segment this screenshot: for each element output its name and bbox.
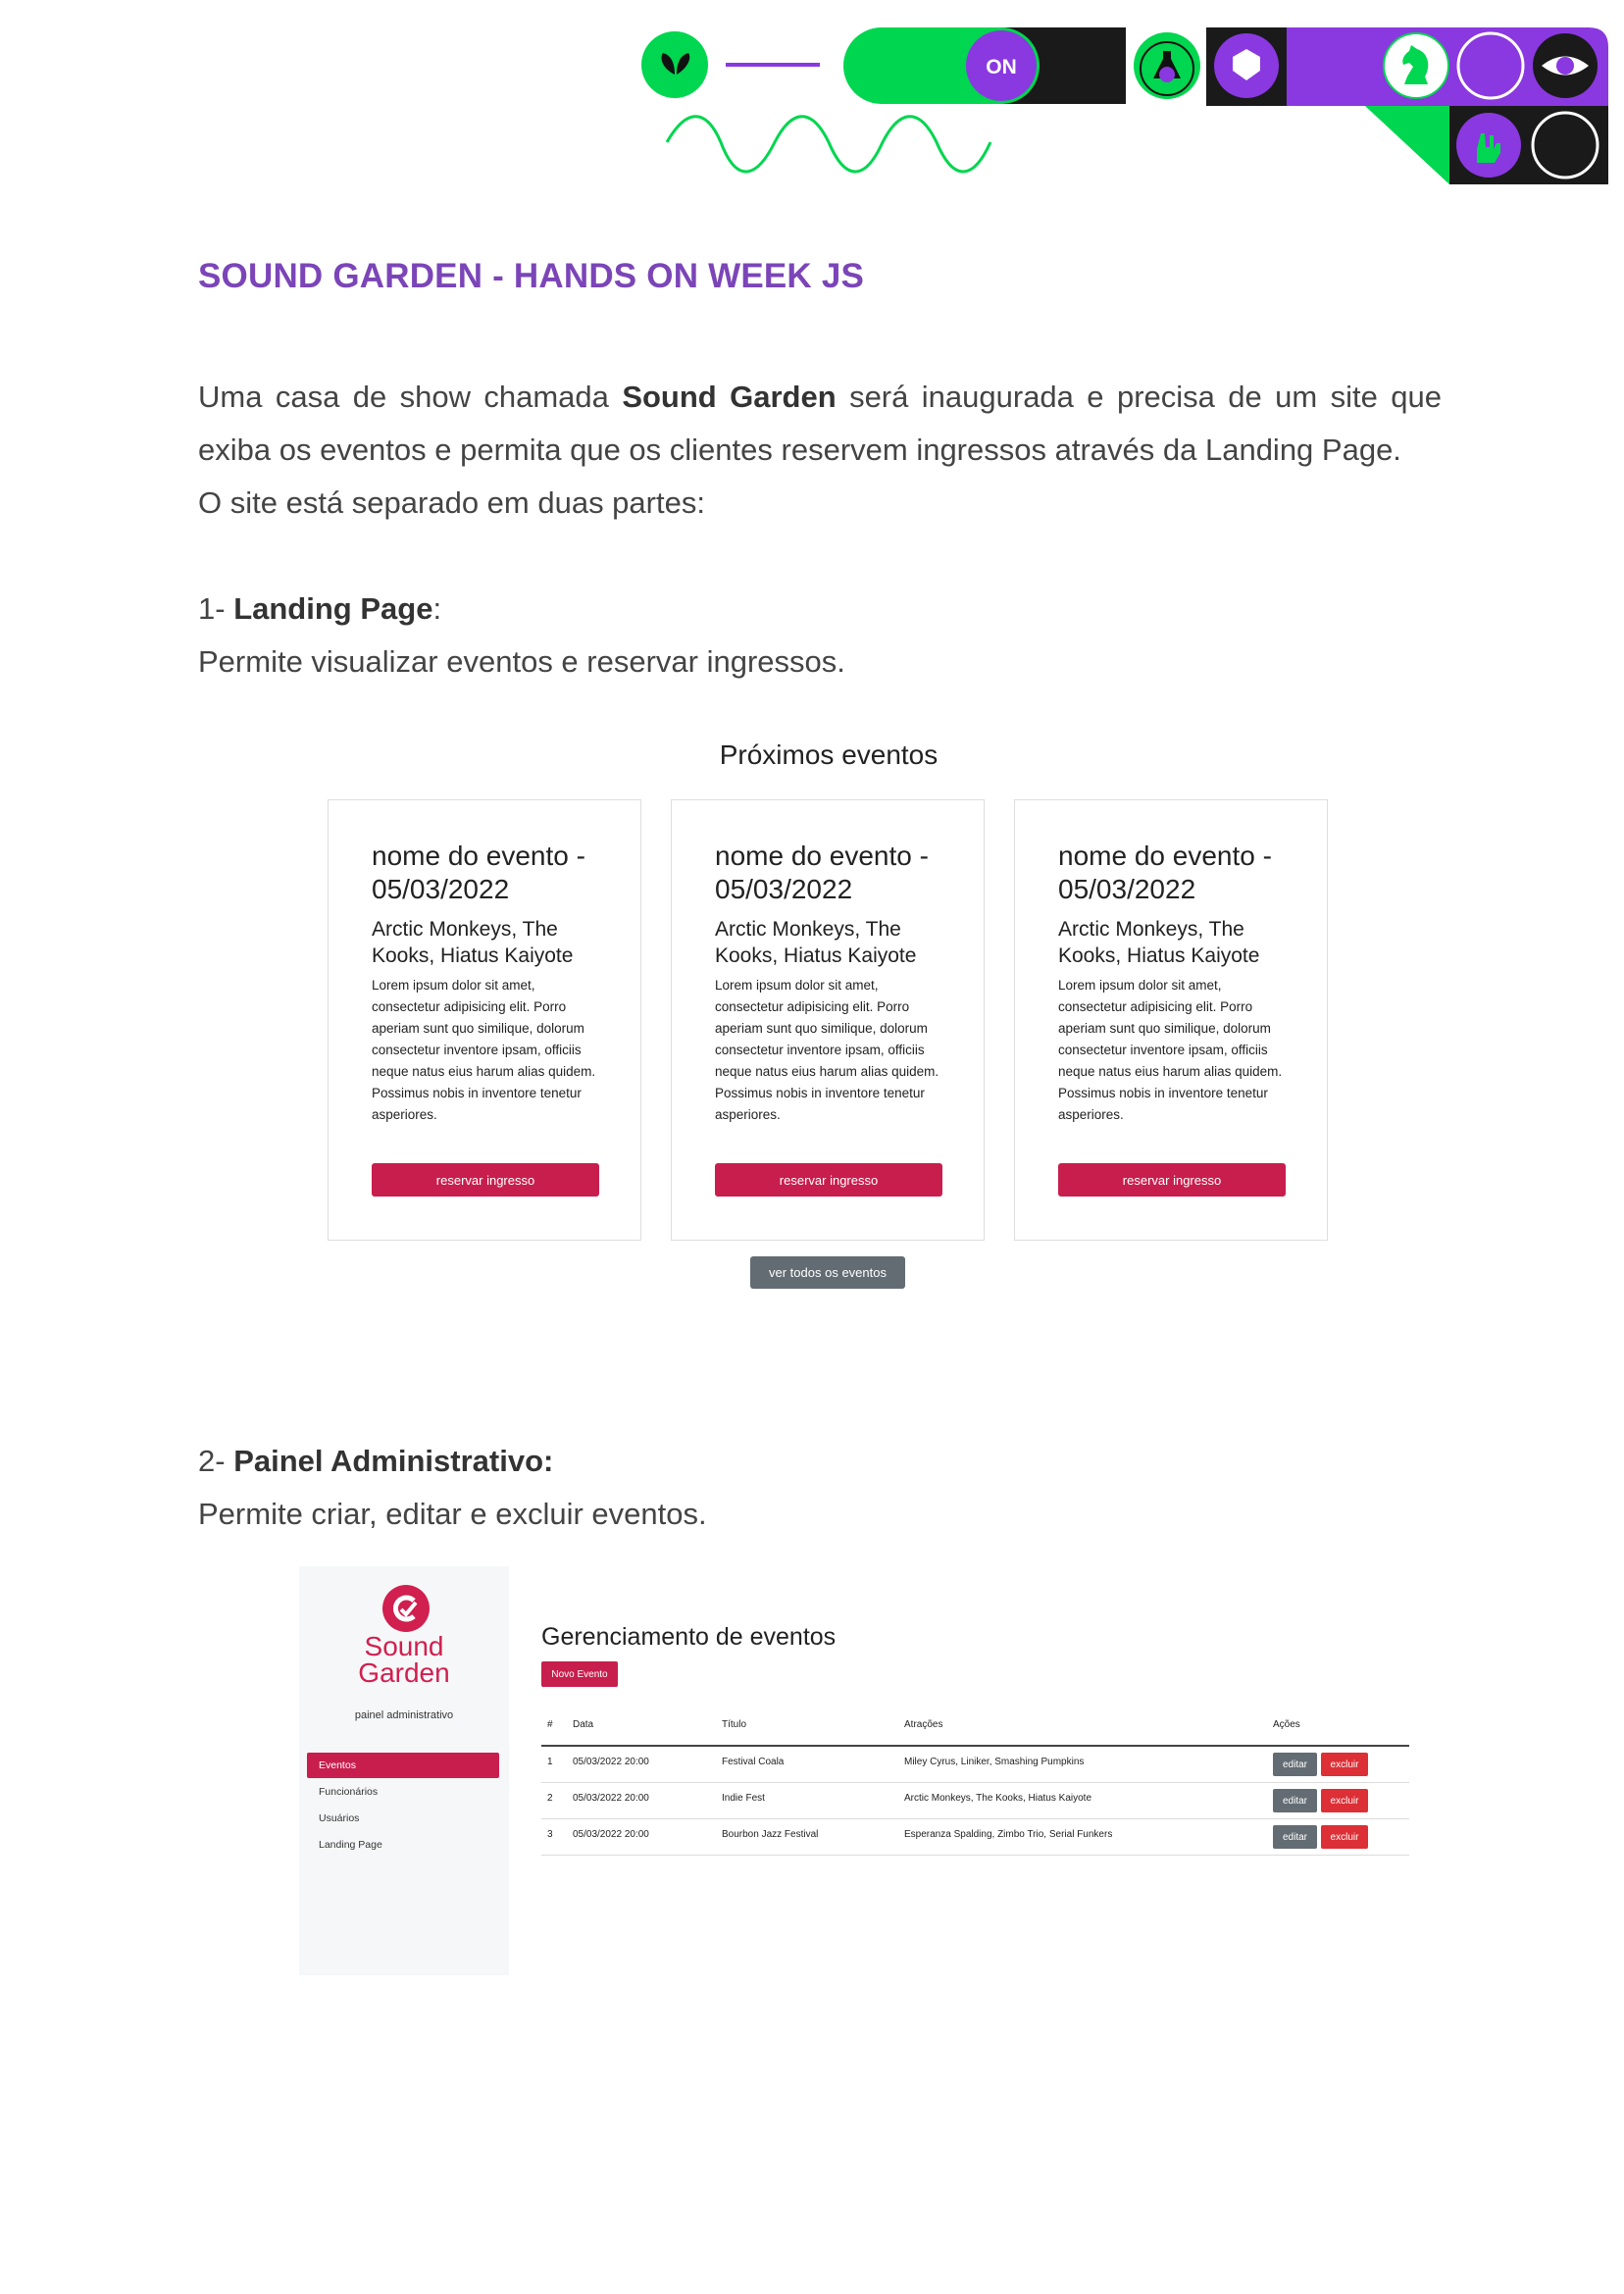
section-2-description: Permite criar, editar e excluir eventos.: [198, 1497, 707, 1531]
event-bands: Arctic Monkeys, The Kooks, Hiatus Kaiyot…: [715, 918, 917, 967]
sidebar-item-eventos[interactable]: Eventos: [307, 1753, 499, 1778]
section-2-number: 2-: [198, 1444, 234, 1478]
cell-attractions: Esperanza Spalding, Zimbo Trio, Serial F…: [904, 1829, 1113, 1840]
header-decoration: ON: [641, 27, 1608, 184]
wave-decoration: [665, 115, 992, 174]
upcoming-events-heading: Próximos eventos: [719, 739, 939, 770]
event-card: nome do evento - 05/03/2022 Arctic Monke…: [1014, 799, 1328, 1241]
column-header-id: #: [547, 1719, 553, 1730]
admin-page-title: Gerenciamento de eventos: [541, 1623, 837, 1651]
section-1-description: Permite visualizar eventos e reservar in…: [198, 644, 845, 679]
edit-button[interactable]: editar: [1273, 1825, 1317, 1849]
event-card: nome do evento - 05/03/2022 Arctic Monke…: [328, 799, 641, 1241]
section-1-title: Landing Page: [233, 591, 433, 626]
flask-icon: [1134, 32, 1200, 99]
cell-attractions: Arctic Monkeys, The Kooks, Hiatus Kaiyot…: [904, 1793, 1092, 1804]
cell-id: 3: [547, 1829, 553, 1840]
logo-line-2: Garden: [358, 1657, 450, 1688]
see-all-events-button[interactable]: ver todos os eventos: [750, 1256, 905, 1289]
delete-button[interactable]: excluir: [1321, 1789, 1368, 1812]
delete-button[interactable]: excluir: [1321, 1825, 1368, 1849]
heart-box-icon: [1214, 33, 1279, 98]
section-2-heading: 2- Painel Administrativo:: [198, 1435, 553, 1488]
section-1-heading: 1- Landing Page:: [198, 583, 441, 636]
sidebar-item-usuarios[interactable]: Usuários: [307, 1806, 499, 1831]
table-row: 2 05/03/2022 20:00 Indie Fest Arctic Mon…: [541, 1783, 1409, 1819]
event-description: Lorem ipsum dolor sit amet, consectetur …: [715, 978, 939, 1122]
cell-date: 05/03/2022 20:00: [573, 1829, 649, 1840]
cell-title: Bourbon Jazz Festival: [722, 1829, 819, 1840]
reserve-ticket-button[interactable]: reservar ingresso: [372, 1163, 599, 1197]
sidebar-item-landing-page[interactable]: Landing Page: [307, 1832, 499, 1858]
event-description: Lorem ipsum dolor sit amet, consectetur …: [1058, 978, 1283, 1122]
chess-knight-icon: [1383, 32, 1449, 99]
section-1-suffix: :: [432, 591, 442, 626]
cell-date: 05/03/2022 20:00: [573, 1757, 649, 1767]
eye-icon: [1533, 33, 1598, 98]
reserve-ticket-button[interactable]: reservar ingresso: [715, 1163, 942, 1197]
event-description: Lorem ipsum dolor sit amet, consectetur …: [372, 978, 596, 1122]
cell-title: Festival Coala: [722, 1757, 785, 1767]
intro-text-3: O site está separado em duas partes:: [198, 485, 705, 520]
cell-date: 05/03/2022 20:00: [573, 1793, 649, 1804]
table-row: 1 05/03/2022 20:00 Festival Coala Miley …: [541, 1747, 1409, 1783]
sidebar-item-funcionarios[interactable]: Funcionários: [307, 1779, 499, 1805]
section-1-number: 1-: [198, 591, 234, 626]
reserve-ticket-button[interactable]: reservar ingresso: [1058, 1163, 1286, 1197]
cell-attractions: Miley Cyrus, Liniker, Smashing Pumpkins: [904, 1757, 1085, 1767]
event-bands: Arctic Monkeys, The Kooks, Hiatus Kaiyot…: [372, 918, 574, 967]
edit-button[interactable]: editar: [1273, 1789, 1317, 1812]
table-row: 3 05/03/2022 20:00 Bourbon Jazz Festival…: [541, 1819, 1409, 1856]
sound-garden-logo-icon: [382, 1585, 430, 1632]
event-bands: Arctic Monkeys, The Kooks, Hiatus Kaiyot…: [1058, 918, 1260, 967]
column-header-date: Data: [573, 1719, 594, 1730]
logo-line-1: Sound: [364, 1631, 444, 1661]
toggle-switch: ON: [843, 27, 1126, 104]
intro-paragraph: Uma casa de show chamada Sound Garden se…: [198, 371, 1442, 530]
column-header-actions: Ações: [1273, 1719, 1300, 1730]
column-header-attractions: Atrações: [904, 1719, 943, 1730]
cell-title: Indie Fest: [722, 1793, 765, 1804]
intro-text-1: Uma casa de show chamada: [198, 380, 623, 414]
event-name: nome do evento - 05/03/2022: [715, 841, 929, 904]
event-name: nome do evento - 05/03/2022: [1058, 841, 1272, 904]
section-2-title: Painel Administrativo:: [233, 1444, 554, 1478]
delete-button[interactable]: excluir: [1321, 1753, 1368, 1776]
intro-bold: Sound Garden: [622, 380, 837, 414]
new-event-button[interactable]: Novo Evento: [541, 1661, 618, 1687]
event-name: nome do evento - 05/03/2022: [372, 841, 585, 904]
admin-panel-subtitle: painel administrativo: [354, 1709, 454, 1721]
sound-garden-logo-text: Sound Garden: [299, 1631, 509, 1688]
toggle-label: ON: [986, 56, 1017, 78]
document-title: SOUND GARDEN - HANDS ON WEEK JS: [198, 257, 865, 295]
admin-sidebar: Sound Garden painel administrativo Event…: [299, 1566, 509, 1975]
edit-button[interactable]: editar: [1273, 1753, 1317, 1776]
sprout-icon: [641, 31, 708, 98]
cell-id: 1: [547, 1757, 553, 1767]
column-header-title: Título: [722, 1719, 747, 1730]
cell-id: 2: [547, 1793, 553, 1804]
rock-hand-icon: [1456, 113, 1521, 178]
event-card: nome do evento - 05/03/2022 Arctic Monke…: [671, 799, 985, 1241]
